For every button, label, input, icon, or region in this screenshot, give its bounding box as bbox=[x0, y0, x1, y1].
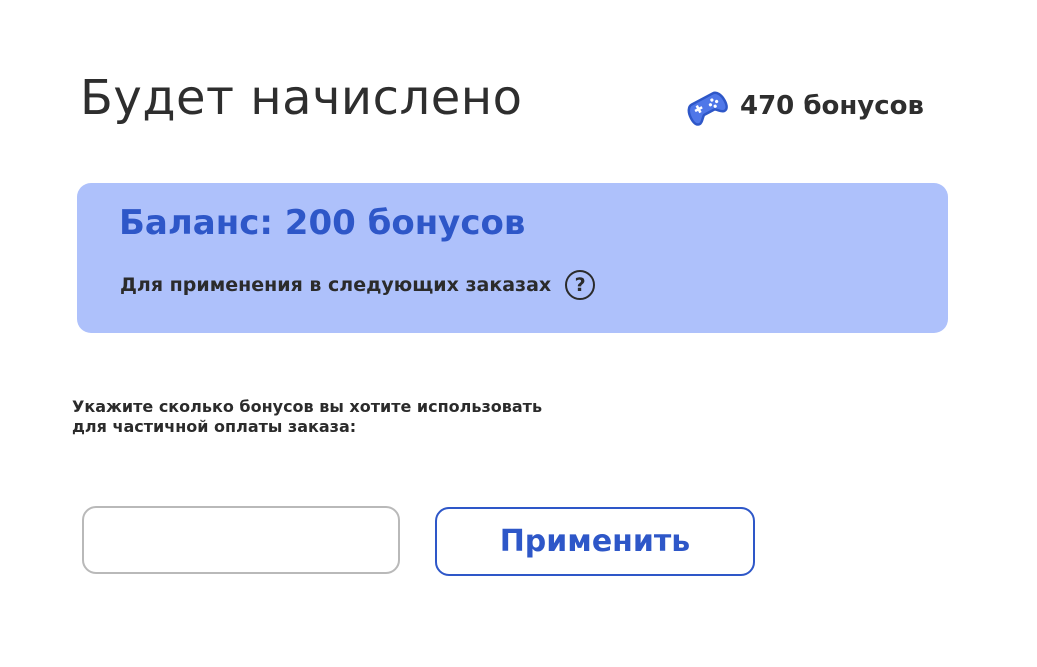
apply-button[interactable]: Применить bbox=[435, 507, 755, 576]
instruction-line-2: для частичной оплаты заказа: bbox=[72, 417, 357, 436]
bonus-panel: Будет начислено 470 бонусов Баланс: 200 … bbox=[0, 0, 1037, 667]
bonus-amount-input[interactable] bbox=[82, 506, 400, 574]
balance-title: Баланс: 200 бонусов bbox=[119, 203, 526, 243]
question-circle-icon[interactable]: ? bbox=[565, 270, 596, 300]
balance-note-text: Для применения в следующих заказах bbox=[120, 274, 552, 296]
page-title: Будет начислено bbox=[80, 70, 523, 126]
instruction-text: Укажите сколько бонусов вы хотите исполь… bbox=[72, 397, 692, 437]
accrual-info: 470 бонусов bbox=[684, 86, 924, 126]
instruction-line-1: Укажите сколько бонусов вы хотите исполь… bbox=[72, 397, 543, 416]
gamepad-icon bbox=[687, 91, 728, 126]
accrual-value: 470 бонусов bbox=[740, 91, 924, 121]
balance-note: Для применения в следующих заказах ? bbox=[120, 270, 596, 300]
balance-card: Баланс: 200 бонусов Для применения в сле… bbox=[77, 183, 948, 333]
